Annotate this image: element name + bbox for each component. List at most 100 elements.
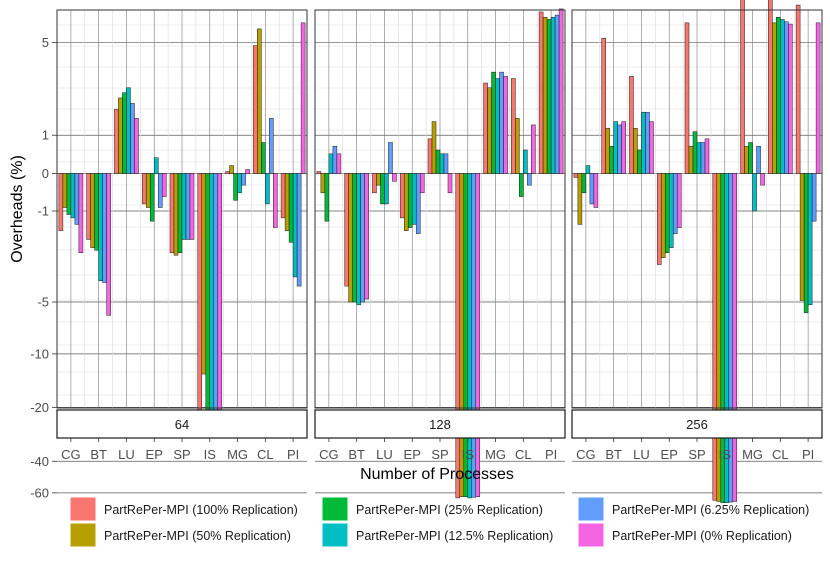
bar-64-bt-s2 bbox=[94, 173, 99, 251]
x-tick-label: PI bbox=[802, 447, 814, 462]
bar-64-lu-s5 bbox=[134, 118, 139, 174]
bar-128-mg-s0 bbox=[483, 82, 488, 174]
legend-item: PartRePer-MPI (12.5% Replication) bbox=[321, 522, 553, 548]
bar-256-cl-s5 bbox=[788, 23, 793, 174]
bar-256-sp-s1 bbox=[688, 145, 694, 174]
bar-64-bt-s3 bbox=[98, 173, 103, 281]
bar-64-sp-s1 bbox=[173, 173, 179, 256]
bar-64-ep-s2 bbox=[149, 173, 155, 222]
bar-128-is-s0 bbox=[455, 173, 461, 499]
bar-256-cl-s0 bbox=[768, 0, 773, 174]
bar-256-pi-s3 bbox=[807, 173, 813, 306]
bar-128-cl-s3 bbox=[523, 149, 528, 174]
x-tick-label: PI bbox=[287, 447, 299, 462]
bar-256-cl-s4 bbox=[784, 21, 789, 174]
x-tick-label: CG bbox=[61, 447, 81, 462]
bar-128-cg-s0 bbox=[316, 171, 322, 174]
bar-64-ep-s1 bbox=[145, 173, 151, 208]
bar-256-cg-s3 bbox=[585, 165, 591, 174]
bar-256-bt-s1 bbox=[605, 128, 610, 174]
overheads-bar-chart: 64 CG BT LU EP SP IS MG CL PI 128 CG BT LU EP SP IS MG CL P… bbox=[9, 0, 823, 548]
bar-64-pi-s4 bbox=[296, 173, 302, 287]
x-tick-label: BT bbox=[605, 447, 622, 462]
bar-64-mg-s2 bbox=[233, 173, 238, 201]
bar-64-cg-s1 bbox=[62, 173, 68, 208]
bar-256-mg-s2 bbox=[748, 142, 753, 174]
x-tick-label: SP bbox=[431, 447, 448, 462]
bar-128-pi-s3 bbox=[550, 16, 556, 174]
x-tick-label: MG bbox=[227, 447, 248, 462]
legend-label: PartRePer-MPI (12.5% Replication) bbox=[356, 529, 553, 543]
x-tick-label: IS bbox=[462, 447, 475, 462]
legend-swatch bbox=[577, 522, 605, 548]
bar-256-pi-s5 bbox=[815, 22, 821, 174]
bar-256-is-s5 bbox=[732, 173, 738, 502]
bar-256-mg-s3 bbox=[752, 173, 757, 212]
bar-64-is-s1 bbox=[201, 173, 207, 375]
y-tick-label: 5 bbox=[42, 35, 49, 50]
y-tick-label: -1 bbox=[37, 204, 49, 219]
bar-64-ep-s4 bbox=[157, 173, 163, 208]
bar-256-ep-s2 bbox=[664, 173, 670, 253]
facet-panel-256: 256 CG BT LU EP SP IS MG CL PI bbox=[571, 0, 823, 503]
bar-64-is-s2 bbox=[205, 173, 211, 428]
bar-128-pi-s1 bbox=[542, 16, 548, 174]
bar-128-cg-s5 bbox=[336, 153, 342, 174]
bar-128-lu-s4 bbox=[388, 142, 393, 174]
bar-256-cl-s2 bbox=[776, 16, 781, 174]
bar-256-cg-s2 bbox=[581, 173, 587, 194]
bar-128-cg-s1 bbox=[320, 173, 326, 194]
bar-128-bt-s5 bbox=[364, 173, 369, 300]
x-axis-title: Number of Processes bbox=[360, 466, 514, 483]
bar-64-ep-s0 bbox=[141, 173, 147, 205]
bar-256-lu-s3 bbox=[641, 111, 646, 174]
x-tick-label: SP bbox=[688, 447, 705, 462]
bar-256-ep-s3 bbox=[668, 173, 674, 248]
x-tick-label: CL bbox=[772, 447, 789, 462]
bar-256-ep-s5 bbox=[676, 173, 682, 228]
bar-128-bt-s4 bbox=[360, 173, 365, 303]
bar-256-mg-s4 bbox=[756, 145, 761, 174]
legend-label: PartRePer-MPI (25% Replication) bbox=[356, 503, 543, 517]
legend-swatch bbox=[69, 522, 97, 548]
y-axis: 402010510-1-5-10-20-40-60 bbox=[30, 35, 57, 500]
bar-64-mg-s0 bbox=[225, 171, 230, 174]
x-tick-label: EP bbox=[404, 447, 421, 462]
bar-256-cl-s1 bbox=[772, 22, 777, 174]
bar-64-pi-s2 bbox=[288, 173, 294, 243]
x-tick-label: SP bbox=[173, 447, 190, 462]
bar-128-lu-s2 bbox=[380, 173, 385, 205]
bar-64-sp-s5 bbox=[189, 173, 195, 240]
bar-128-lu-s0 bbox=[372, 173, 377, 194]
bar-64-cl-s2 bbox=[261, 142, 266, 174]
legend-item: PartRePer-MPI (6.25% Replication) bbox=[577, 496, 809, 522]
bar-256-mg-s5 bbox=[760, 173, 765, 186]
legend-item: PartRePer-MPI (100% Replication) bbox=[69, 496, 298, 522]
bar-128-mg-s4 bbox=[499, 71, 504, 174]
x-tick-label: BT bbox=[348, 447, 365, 462]
bar-128-bt-s2 bbox=[352, 173, 357, 303]
bar-64-sp-s2 bbox=[177, 173, 183, 253]
facet-label-256: 256 bbox=[686, 417, 708, 432]
bar-256-pi-s0 bbox=[795, 4, 801, 174]
bar-64-sp-s0 bbox=[169, 173, 175, 253]
bar-64-is-s3 bbox=[209, 173, 215, 431]
bar-128-cl-s0 bbox=[511, 78, 516, 174]
bar-64-mg-s3 bbox=[237, 173, 242, 194]
bar-64-ep-s3 bbox=[153, 157, 159, 174]
bar-128-lu-s1 bbox=[376, 173, 381, 186]
bar-256-sp-s4 bbox=[700, 142, 706, 174]
x-tick-label: LU bbox=[376, 447, 393, 462]
bar-128-pi-s2 bbox=[546, 19, 552, 174]
bar-128-mg-s5 bbox=[503, 76, 508, 174]
bar-64-is-s5 bbox=[217, 173, 223, 438]
y-tick-label: 1 bbox=[42, 128, 49, 143]
bar-64-pi-s1 bbox=[284, 173, 290, 231]
bar-128-mg-s2 bbox=[491, 71, 496, 174]
bar-64-cg-s5 bbox=[78, 173, 84, 253]
bar-256-pi-s1 bbox=[799, 173, 805, 301]
bar-64-sp-s4 bbox=[185, 173, 191, 240]
bar-256-pi-s2 bbox=[803, 173, 809, 314]
bar-128-cl-s5 bbox=[531, 124, 536, 174]
bar-128-cg-s4 bbox=[332, 145, 338, 174]
